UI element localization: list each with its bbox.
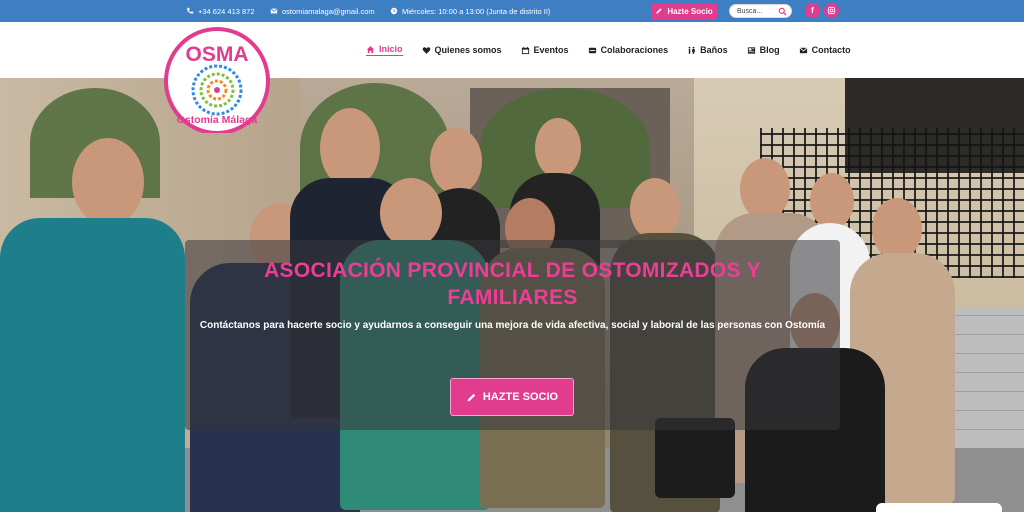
top-bar: +34 624 413 872 ostomiamalaga@gmail.com … bbox=[0, 0, 1024, 22]
nav-label-colaboraciones: Colaboraciones bbox=[600, 45, 669, 55]
hero-subtitle: Contáctanos para hacerte socio y ayudarn… bbox=[199, 320, 826, 331]
email-address: ostomiamalaga@gmail.com bbox=[282, 6, 375, 16]
envelope-icon bbox=[270, 8, 278, 14]
instagram-icon[interactable] bbox=[824, 3, 839, 18]
envelope-icon bbox=[799, 46, 808, 53]
nav-item-banos[interactable]: Baños bbox=[687, 45, 728, 55]
newspaper-icon bbox=[747, 46, 755, 54]
nav-label-blog: Blog bbox=[759, 45, 780, 55]
search-input[interactable]: Busca... bbox=[729, 4, 792, 18]
opening-hours: Miércoles: 10:00 a 13:00 (Junta de distr… bbox=[390, 0, 550, 22]
nav-item-blog[interactable]: Blog bbox=[747, 45, 780, 55]
hours-text: Miércoles: 10:00 a 13:00 (Junta de distr… bbox=[402, 6, 551, 16]
search-icon[interactable] bbox=[778, 7, 787, 16]
clock-icon bbox=[390, 7, 398, 15]
facebook-icon[interactable]: f bbox=[805, 3, 820, 18]
nav-item-colaboraciones[interactable]: Colaboraciones bbox=[588, 45, 669, 55]
pencil-icon bbox=[467, 393, 476, 401]
hero-join-button[interactable]: HAZTE SOCIO bbox=[450, 378, 574, 416]
phone-icon bbox=[187, 7, 194, 14]
logo-title: OSMA bbox=[186, 43, 249, 66]
nav-label-inicio: Inicio bbox=[379, 44, 403, 54]
nav-label-quienes-somos: Quienes somos bbox=[434, 45, 502, 55]
email-contact[interactable]: ostomiamalaga@gmail.com bbox=[270, 0, 375, 22]
pencil-icon bbox=[656, 8, 662, 14]
main-navigation: Inicio Quienes somos Eventos Colaboracio… bbox=[366, 22, 851, 78]
handshake-icon bbox=[588, 47, 596, 53]
search-placeholder: Busca... bbox=[737, 7, 763, 15]
nav-item-contacto[interactable]: Contacto bbox=[799, 45, 851, 55]
nav-item-inicio[interactable]: Inicio bbox=[366, 44, 403, 56]
osma-logo[interactable]: OSMA Ostomía Málaga bbox=[163, 27, 271, 133]
nav-item-quienes-somos[interactable]: Quienes somos bbox=[422, 45, 502, 55]
logo-subtitle: Ostomía Málaga bbox=[177, 114, 258, 126]
nav-label-contacto: Contacto bbox=[811, 45, 851, 55]
phone-contact[interactable]: +34 624 413 872 bbox=[186, 0, 255, 22]
restroom-icon bbox=[688, 46, 696, 54]
nav-label-eventos: Eventos bbox=[533, 45, 569, 55]
topbar-join-label: Hazte Socio bbox=[667, 6, 713, 16]
topbar-join-button[interactable]: Hazte Socio bbox=[651, 3, 717, 19]
home-icon bbox=[366, 45, 375, 53]
nav-label-banos: Baños bbox=[700, 45, 728, 55]
phone-number: +34 624 413 872 bbox=[198, 6, 255, 16]
floating-card[interactable] bbox=[876, 503, 1002, 512]
nav-item-eventos[interactable]: Eventos bbox=[521, 45, 569, 55]
heart-icon bbox=[422, 46, 430, 54]
calendar-icon bbox=[521, 46, 529, 54]
hero-title: Asociación Provincial de Ostomizados y F… bbox=[264, 259, 761, 309]
facebook-glyph: f bbox=[811, 6, 814, 15]
hero-join-label: HAZTE SOCIO bbox=[482, 391, 559, 403]
